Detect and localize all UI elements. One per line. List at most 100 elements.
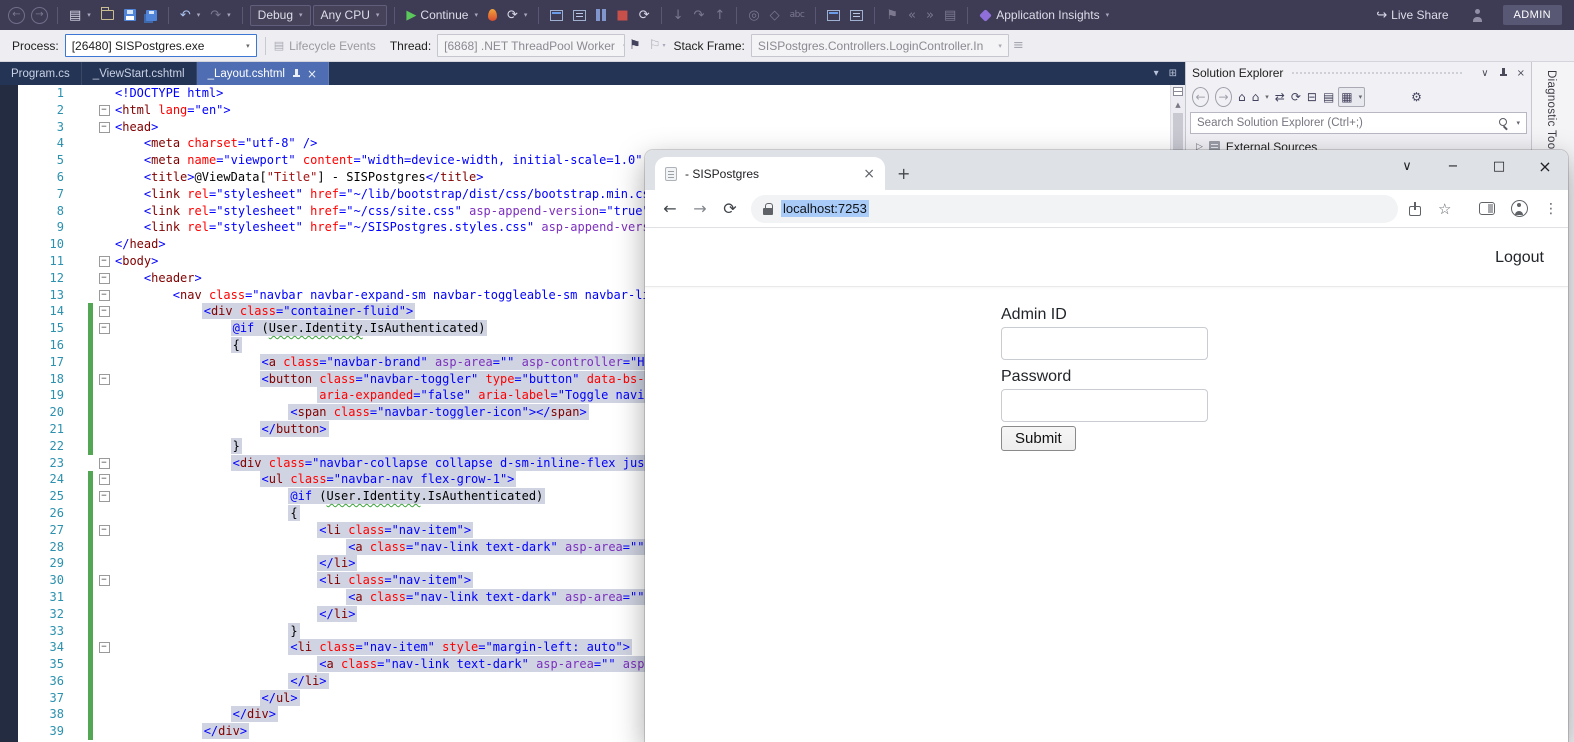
person-add-icon[interactable] xyxy=(1467,3,1489,27)
bookmark-icon[interactable]: ⚑ xyxy=(882,3,902,27)
tab-program-cs[interactable]: Program.cs xyxy=(0,62,82,85)
lock-icon[interactable] xyxy=(763,202,773,215)
restart-icon[interactable]: ⟳ ▾ xyxy=(503,3,531,27)
solution-platforms-dropdown[interactable]: Any CPU ▾ xyxy=(312,4,388,26)
collapse-region-icon[interactable]: − xyxy=(98,289,110,301)
step-out-icon[interactable]: ↑ xyxy=(710,3,729,27)
chevron-down-icon[interactable]: ∨ xyxy=(1481,68,1488,79)
collapse-region-icon[interactable]: − xyxy=(98,306,110,318)
continue-button[interactable]: ▶ Continue ▾ xyxy=(402,3,482,27)
pin-icon[interactable] xyxy=(291,68,301,80)
previous-bookmark-icon[interactable]: « xyxy=(904,3,920,27)
address-bar[interactable]: localhost:7253 xyxy=(751,194,1398,223)
open-folder-icon[interactable] xyxy=(97,3,118,27)
forward-icon[interactable]: → xyxy=(1215,87,1232,107)
options-icon[interactable]: ⊞ xyxy=(1169,68,1177,79)
password-field[interactable] xyxy=(1001,389,1208,422)
redo-icon[interactable]: ↷ ▾ xyxy=(206,3,234,27)
collapse-region-icon[interactable]: − xyxy=(98,272,110,284)
logout-link[interactable]: Logout xyxy=(1495,249,1544,267)
search-input[interactable]: Search Solution Explorer (Ctrl+;) xyxy=(1197,117,1494,129)
exception-settings-icon[interactable]: ◇ xyxy=(766,3,784,27)
tab-search-icon[interactable]: ∨ xyxy=(1384,150,1430,182)
url-text[interactable]: localhost:7253 xyxy=(781,200,869,217)
flag-icon[interactable]: ⚑ xyxy=(629,38,641,53)
back-icon[interactable]: ← xyxy=(655,199,685,218)
collapse-region-icon[interactable]: − xyxy=(98,373,110,385)
pin-icon[interactable] xyxy=(1498,67,1508,79)
hot-reload-icon[interactable] xyxy=(484,3,501,27)
menu-kebab-icon[interactable]: ⋮ xyxy=(1544,201,1558,217)
bookmark-star-icon[interactable]: ☆ xyxy=(1438,200,1451,218)
browser-tab[interactable]: - SISPostgres × xyxy=(655,157,885,190)
restart-debugging-icon[interactable]: ⟳ xyxy=(635,3,654,27)
collapse-region-icon[interactable]: − xyxy=(98,642,110,654)
chevron-down-icon[interactable]: ▾ xyxy=(1516,119,1520,127)
close-icon[interactable]: × xyxy=(1517,68,1525,79)
stop-debugging-icon[interactable]: ■ xyxy=(612,3,632,27)
lifecycle-events-button[interactable]: ▤ Lifecycle Events xyxy=(274,39,376,53)
navigate-backward-icon[interactable]: ← xyxy=(8,6,25,24)
undo-icon[interactable]: ↶ ▾ xyxy=(176,3,204,27)
collapse-region-icon[interactable]: − xyxy=(98,474,110,486)
new-file-icon[interactable]: ▤ ▾ xyxy=(65,3,95,27)
diagnostic-tools-window-icon[interactable] xyxy=(546,3,567,27)
new-tab-icon[interactable]: + xyxy=(897,164,910,183)
back-icon[interactable]: ← xyxy=(1192,87,1209,107)
solution-configurations-dropdown[interactable]: Debug ▾ xyxy=(249,4,311,26)
collapse-all-icon[interactable]: ⊟ xyxy=(1305,87,1319,107)
thread-dropdown[interactable]: [6868] .NET ThreadPool Worker ▾ xyxy=(437,34,626,57)
admin-id-field[interactable] xyxy=(1001,327,1208,360)
refresh-icon[interactable]: ⟳ xyxy=(1289,87,1303,107)
watch-window-icon[interactable] xyxy=(846,3,867,27)
close-icon[interactable]: × xyxy=(1522,150,1568,182)
abc-icon[interactable]: abc xyxy=(786,3,809,27)
account-button[interactable]: ADMIN xyxy=(1502,5,1562,25)
immediate-window-icon[interactable] xyxy=(569,3,590,27)
side-panel-icon[interactable] xyxy=(1479,202,1495,215)
scroll-up-icon[interactable]: ▲ xyxy=(1171,101,1185,109)
save-icon[interactable] xyxy=(120,3,140,27)
minimize-icon[interactable]: − xyxy=(1430,150,1476,182)
submit-button[interactable]: Submit xyxy=(1001,426,1076,451)
flag-outline-icon[interactable]: ⚐ ▾ xyxy=(649,38,666,53)
breakpoints-icon[interactable]: ◎ xyxy=(744,3,763,27)
collapse-region-icon[interactable]: − xyxy=(98,323,110,335)
navigate-forward-icon[interactable]: → xyxy=(31,6,48,24)
split-editor-icon[interactable] xyxy=(1173,87,1183,96)
collapse-region-icon[interactable]: − xyxy=(98,255,110,267)
step-into-icon[interactable]: ↓ xyxy=(669,3,688,27)
output-window-icon[interactable] xyxy=(823,3,844,27)
application-insights-button[interactable]: Application Insights ▾ xyxy=(975,3,1113,27)
share-icon[interactable] xyxy=(1408,201,1422,216)
show-all-files-icon[interactable]: ▤ xyxy=(1321,87,1336,107)
collapse-region-icon[interactable]: − xyxy=(98,491,110,503)
tab--layout-cshtml[interactable]: _Layout.cshtml × xyxy=(196,62,330,85)
home-icon[interactable]: ⌂ xyxy=(1236,87,1248,107)
close-tab-icon[interactable]: × xyxy=(863,166,875,182)
show-threads-in-source-icon[interactable]: ≡ xyxy=(1013,38,1024,53)
maximize-icon[interactable]: □ xyxy=(1476,150,1522,182)
step-over-icon[interactable]: ↷ xyxy=(690,3,709,27)
preview-selected-items-icon[interactable]: ▦ ▾ xyxy=(1338,87,1366,107)
forward-icon[interactable]: → xyxy=(685,199,715,218)
collapse-region-icon[interactable]: − xyxy=(98,104,110,116)
reload-icon[interactable]: ⟳ xyxy=(715,199,745,218)
collapse-region-icon[interactable]: − xyxy=(98,457,110,469)
profile-avatar-icon[interactable] xyxy=(1511,200,1528,217)
process-dropdown[interactable]: [26480] SISPostgres.exe ▾ xyxy=(64,34,257,57)
close-icon[interactable]: × xyxy=(307,68,317,80)
solution-explorer-search[interactable]: Search Solution Explorer (Ctrl+;) ▾ xyxy=(1190,112,1527,134)
save-all-icon[interactable] xyxy=(142,3,161,27)
stack-frame-dropdown[interactable]: SISPostgres.Controllers.LoginController.… xyxy=(750,34,1009,57)
sync-with-active-document-icon[interactable]: ⇄ xyxy=(1273,87,1287,107)
live-share-button[interactable]: ↪ Live Share xyxy=(1372,3,1452,27)
switch-views-icon[interactable]: ⌂ ▾ xyxy=(1250,87,1271,107)
tab--viewstart-cshtml[interactable]: _ViewStart.cshtml xyxy=(82,62,197,85)
collapse-region-icon[interactable]: − xyxy=(98,575,110,587)
collapse-region-icon[interactable]: − xyxy=(98,121,110,133)
search-icon[interactable] xyxy=(1498,117,1510,129)
next-bookmark-icon[interactable]: » xyxy=(922,3,938,27)
active-files-dropdown-icon[interactable]: ▾ xyxy=(1154,68,1159,79)
collapse-region-icon[interactable]: − xyxy=(98,524,110,536)
